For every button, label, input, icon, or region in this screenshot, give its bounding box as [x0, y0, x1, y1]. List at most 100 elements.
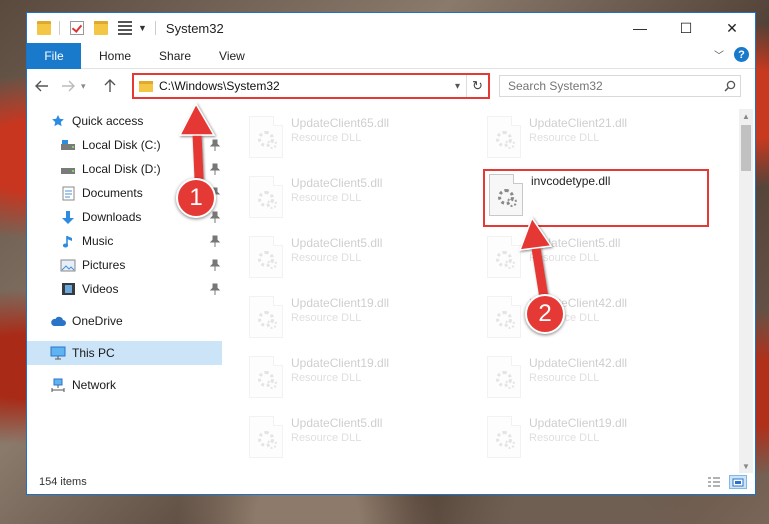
properties-check-icon[interactable] [70, 21, 84, 35]
music-note-icon [60, 234, 76, 248]
search-box[interactable] [499, 75, 741, 97]
file-item[interactable]: UpdateClient5.dll Resource DLL [475, 233, 705, 281]
file-name: UpdateClient19.dll [291, 296, 390, 310]
pin-icon[interactable] [210, 211, 220, 223]
status-bar: 154 items [27, 470, 755, 494]
sidebar-item-videos[interactable]: Videos [27, 277, 222, 301]
item-count: 154 items [39, 476, 87, 488]
documents-icon [60, 186, 76, 200]
details-view-icon[interactable] [705, 475, 723, 489]
sidebar-item-label: Videos [82, 282, 119, 296]
sidebar-item-label: Network [72, 378, 117, 392]
pin-icon[interactable] [210, 163, 220, 175]
file-type: Resource DLL [291, 432, 362, 444]
ribbon-right: ﹀ ? [714, 47, 749, 62]
file-item[interactable]: UpdateClient19.dll Resource DLL [237, 353, 467, 401]
forward-button[interactable] [57, 75, 79, 97]
tab-file[interactable]: File [27, 42, 81, 69]
file-name: UpdateClient19.dll [529, 416, 628, 430]
minimize-button[interactable]: — [617, 13, 663, 43]
sidebar-item-label: Music [82, 234, 114, 248]
monitor-icon [50, 346, 66, 360]
tab-view[interactable]: View [219, 49, 245, 63]
dll-file-icon [487, 356, 521, 398]
recent-locations-button[interactable]: ▾ [81, 81, 95, 92]
star-icon [50, 114, 66, 128]
address-path[interactable]: C:\Windows\System32 [159, 79, 448, 93]
sidebar-item-music[interactable]: Music [27, 229, 222, 253]
arrow-left-icon [35, 80, 48, 92]
tab-share[interactable]: Share [159, 49, 191, 63]
divider [59, 21, 60, 35]
file-type: Resource DLL [291, 252, 362, 264]
pin-icon[interactable] [210, 283, 220, 295]
sidebar-item-pictures[interactable]: Pictures [27, 253, 222, 277]
dll-file-icon [249, 296, 283, 338]
sidebar-item-this-pc[interactable]: This PC [27, 341, 222, 365]
title-bar: ▼ System32 — ☐ ✕ [27, 13, 755, 43]
file-name: UpdateClient42.dll [529, 356, 628, 370]
dll-file-icon [487, 416, 521, 458]
target-file-item[interactable]: invcodetype.dll [483, 169, 709, 227]
arrow-up-icon [104, 79, 116, 92]
address-bar[interactable]: C:\Windows\System32 ▾ ↻ [132, 73, 490, 99]
arrow-right-icon [62, 80, 75, 92]
sidebar-item-label: Downloads [82, 210, 142, 224]
file-item[interactable]: UpdateClient19.dll Resource DLL [475, 413, 705, 461]
explorer-window: ▼ System32 — ☐ ✕ File Home Share View ﹀ … [26, 12, 756, 495]
tab-home[interactable]: Home [99, 49, 131, 63]
sidebar-item-onedrive[interactable]: OneDrive [27, 309, 222, 333]
file-item[interactable]: UpdateClient5.dll Resource DLL [237, 173, 467, 221]
folder-icon [37, 21, 51, 35]
vertical-scrollbar[interactable]: ▲ ▼ [739, 109, 753, 473]
download-arrow-icon [60, 210, 76, 224]
customize-toolbar-icon[interactable] [118, 21, 132, 35]
dll-file-icon [249, 116, 283, 158]
search-input[interactable] [508, 79, 720, 93]
step-badge-2: 2 [525, 294, 565, 334]
pin-icon[interactable] [210, 259, 220, 271]
sidebar-item-label: Local Disk (C:) [82, 138, 161, 152]
large-icons-view-icon[interactable] [729, 475, 747, 489]
sidebar-item-quick-access[interactable]: Quick access [27, 109, 222, 133]
pin-icon[interactable] [210, 139, 220, 151]
sidebar-item-label: Quick access [72, 114, 144, 128]
window-title: System32 [165, 20, 224, 36]
file-type: Resource DLL [291, 132, 362, 144]
file-item[interactable]: UpdateClient21.dll Resource DLL [475, 113, 705, 161]
file-type: Resource DLL [529, 252, 600, 264]
expand-ribbon-icon[interactable]: ﹀ [714, 47, 724, 62]
back-button[interactable] [31, 75, 53, 97]
close-button[interactable]: ✕ [709, 13, 755, 43]
file-name: UpdateClient5.dll [529, 236, 621, 250]
search-icon[interactable] [720, 80, 740, 92]
refresh-button[interactable]: ↻ [466, 75, 488, 97]
drive-icon [60, 162, 76, 176]
dll-file-icon [249, 176, 283, 218]
file-item[interactable]: UpdateClient42.dllResource DLL [475, 293, 705, 341]
file-type: Resource DLL [291, 192, 362, 204]
file-item[interactable]: UpdateClient65.dll Resource DLL [237, 113, 467, 161]
navigation-pane: Quick access Local Disk (C:) Local Disk … [27, 109, 222, 469]
chevron-down-icon[interactable]: ▾ [448, 81, 466, 92]
file-list: UpdateClient65.dll Resource DLL UpdateCli… [237, 109, 737, 469]
file-item[interactable]: UpdateClient42.dllResource DLL [475, 353, 705, 401]
file-item[interactable]: UpdateClient19.dll Resource DLL [237, 293, 467, 341]
help-icon[interactable]: ? [734, 47, 749, 62]
maximize-button[interactable]: ☐ [663, 13, 709, 43]
step-badge-1: 1 [176, 178, 216, 218]
new-folder-icon[interactable] [94, 21, 108, 35]
pin-icon[interactable] [210, 235, 220, 247]
file-item[interactable]: UpdateClient5.dll Resource DLL [237, 413, 467, 461]
sidebar-item-label: Documents [82, 186, 143, 200]
sidebar-item-network[interactable]: Network [27, 373, 222, 397]
chevron-down-icon[interactable]: ▼ [138, 23, 147, 33]
scrollbar-thumb[interactable] [741, 125, 751, 171]
file-name: UpdateClient19.dll [291, 356, 390, 370]
up-button[interactable] [99, 75, 121, 97]
navigation-bar: ▾ C:\Windows\System32 ▾ ↻ [27, 70, 755, 102]
scroll-up-icon[interactable]: ▲ [739, 109, 753, 123]
file-item[interactable]: UpdateClient5.dll Resource DLL [237, 233, 467, 281]
sidebar-item-local-disk-c[interactable]: Local Disk (C:) [27, 133, 222, 157]
